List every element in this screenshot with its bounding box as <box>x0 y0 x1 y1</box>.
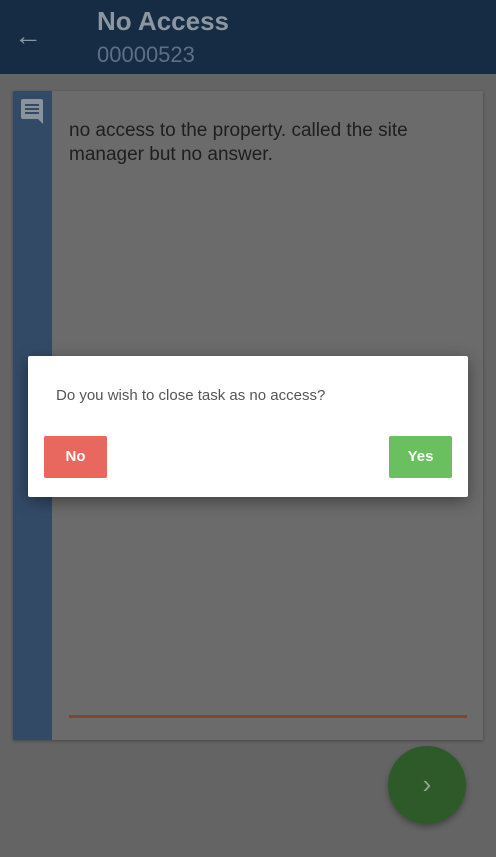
next-button[interactable]: › <box>388 746 466 824</box>
chevron-right-icon: › <box>422 769 432 799</box>
page-title: No Access <box>97 6 229 36</box>
task-number: 00000523 <box>97 42 195 67</box>
app-header: ← No Access 00000523 <box>0 0 496 74</box>
back-button[interactable]: ← <box>14 20 46 52</box>
arrow-left-icon: ← <box>14 20 42 51</box>
note-input[interactable]: no access to the property. called the si… <box>69 119 469 167</box>
confirm-dialog: Do you wish to close task as no access? … <box>28 356 468 497</box>
dialog-message: Do you wish to close task as no access? <box>56 387 326 404</box>
input-underline <box>69 715 467 718</box>
yes-button[interactable]: Yes <box>389 436 452 478</box>
no-button[interactable]: No <box>44 436 107 478</box>
comment-icon <box>21 99 43 124</box>
